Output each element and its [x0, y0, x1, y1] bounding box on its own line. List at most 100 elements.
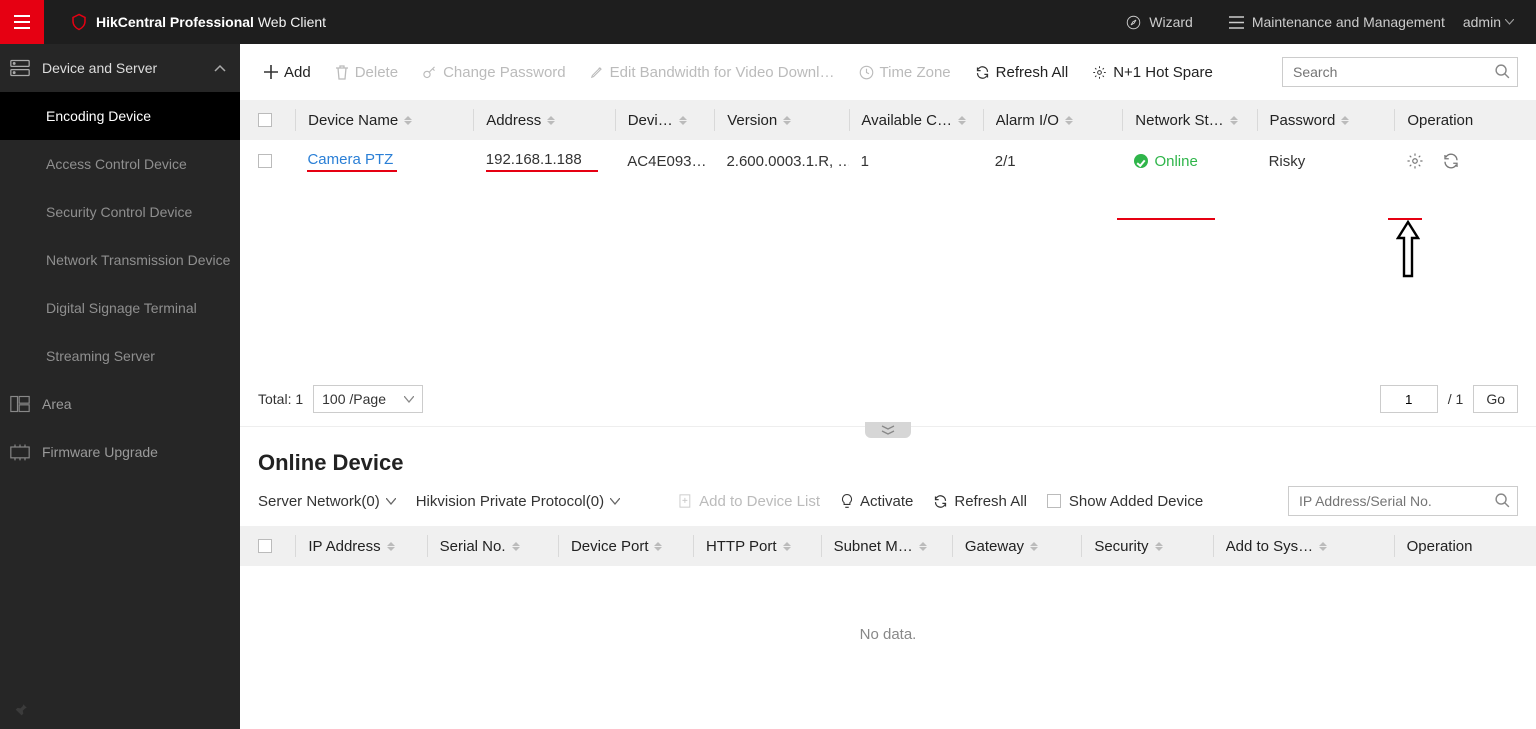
key-icon — [422, 65, 437, 80]
pencil-icon — [590, 65, 604, 79]
search-icon — [1494, 492, 1511, 509]
col-device-name[interactable]: Device Name — [308, 112, 473, 129]
brand: HikCentral Professional Web Client — [44, 13, 326, 31]
delete-button[interactable]: Delete — [325, 58, 408, 87]
add-device-icon — [678, 493, 693, 509]
hot-spare-button[interactable]: N+1 Hot Spare — [1082, 58, 1223, 87]
user-menu[interactable]: admin — [1463, 14, 1536, 30]
wizard-link[interactable]: Wizard — [1108, 14, 1211, 30]
sidebar-item-digital-signage[interactable]: Digital Signage Terminal — [0, 284, 240, 332]
protocol-dropdown[interactable]: Hikvision Private Protocol(0) — [416, 493, 620, 510]
col-password[interactable]: Password — [1270, 112, 1395, 129]
page-of: / 1 — [1448, 391, 1464, 407]
device-name-link[interactable]: Camera PTZ — [307, 151, 397, 172]
search-icon — [1494, 63, 1511, 80]
col-address[interactable]: Address — [486, 112, 615, 129]
sidebar-item-network-transmission[interactable]: Network Transmission Device — [0, 236, 240, 284]
refresh-row-icon[interactable] — [1442, 152, 1460, 170]
brand-icon — [70, 13, 88, 31]
time-zone-button[interactable]: Time Zone — [849, 58, 961, 87]
add-button[interactable]: Add — [254, 58, 321, 87]
table-header: Device Name Address Devi… Version Availa… — [240, 100, 1536, 140]
refresh-all-button[interactable]: Refresh All — [965, 58, 1079, 87]
select-all-checkbox[interactable] — [258, 113, 272, 127]
online-select-all[interactable] — [258, 539, 272, 553]
sidebar-group-area[interactable]: Area — [0, 380, 240, 428]
check-circle-icon — [1134, 154, 1148, 168]
device-table: Device Name Address Devi… Version Availa… — [240, 100, 1536, 182]
online-table-header: IP Address Serial No. Device Port HTTP P… — [240, 526, 1536, 566]
sidebar-item-encoding-device[interactable]: Encoding Device — [0, 92, 240, 140]
col-port[interactable]: Device Port — [571, 538, 693, 555]
pager-total: Total: 1 — [258, 391, 303, 407]
col-version[interactable]: Version — [727, 112, 848, 129]
brand-title: HikCentral Professional Web Client — [96, 14, 326, 30]
compass-icon — [1126, 15, 1141, 30]
col-serial[interactable]: Serial No. — [440, 538, 558, 555]
pager: Total: 1 100 /Page / 1 Go — [240, 372, 1536, 426]
change-password-button[interactable]: Change Password — [412, 58, 576, 87]
col-online-operation: Operation — [1407, 538, 1536, 555]
plus-icon — [264, 65, 278, 79]
server-network-dropdown[interactable]: Server Network(0) — [258, 493, 396, 510]
chevron-down-icon — [386, 498, 396, 505]
maintenance-link[interactable]: Maintenance and Management — [1211, 14, 1463, 30]
col-security[interactable]: Security — [1094, 538, 1212, 555]
chevron-down-icon — [404, 396, 414, 403]
online-device-title: Online Device — [240, 444, 1536, 480]
configure-icon[interactable] — [1406, 152, 1424, 170]
list-icon — [1229, 16, 1244, 29]
sidebar-pin[interactable] — [0, 692, 240, 729]
version-text: 2.600.0003.1.R, … — [726, 153, 848, 170]
refresh-icon — [975, 65, 990, 80]
col-ip[interactable]: IP Address — [308, 538, 426, 555]
online-search-input[interactable] — [1288, 486, 1518, 516]
page-size-select[interactable]: 100 /Page — [313, 385, 423, 413]
refresh-online-button[interactable]: Refresh All — [933, 493, 1027, 510]
device-search-input[interactable] — [1282, 57, 1518, 87]
server-icon — [10, 59, 30, 77]
pin-icon — [14, 702, 28, 716]
activate-button[interactable]: Activate — [840, 493, 913, 510]
sidebar: Device and Server Encoding Device Access… — [0, 44, 240, 729]
edit-bandwidth-button[interactable]: Edit Bandwidth for Video Downl… — [580, 58, 845, 87]
sidebar-item-streaming-server[interactable]: Streaming Server — [0, 332, 240, 380]
gear-icon — [1092, 65, 1107, 80]
firmware-icon — [10, 443, 30, 461]
sidebar-group-device-server[interactable]: Device and Server — [0, 44, 240, 92]
table-row: Camera PTZ 192.168.1.188 AC4E093… 2.600.… — [240, 140, 1536, 182]
row-checkbox[interactable] — [258, 154, 272, 168]
chevron-down-icon — [610, 498, 620, 505]
col-device[interactable]: Devi… — [628, 112, 715, 129]
col-available[interactable]: Available C… — [861, 112, 982, 129]
col-network[interactable]: Network St… — [1135, 112, 1256, 129]
available-text: 1 — [861, 153, 983, 170]
col-http[interactable]: HTTP Port — [706, 538, 821, 555]
col-gateway[interactable]: Gateway — [965, 538, 1082, 555]
page-input[interactable] — [1380, 385, 1438, 413]
no-data-text: No data. — [240, 566, 1536, 703]
top-bar: HikCentral Professional Web Client Wizar… — [0, 0, 1536, 44]
password-text: Risky — [1269, 153, 1395, 170]
menu-toggle[interactable] — [0, 0, 44, 44]
refresh-icon — [933, 494, 948, 509]
add-to-list-button[interactable]: Add to Device List — [678, 493, 820, 510]
col-alarm[interactable]: Alarm I/O — [996, 112, 1123, 129]
col-subnet[interactable]: Subnet M… — [834, 538, 952, 555]
go-button[interactable]: Go — [1473, 385, 1518, 413]
bulb-icon — [840, 493, 854, 510]
sidebar-group-firmware[interactable]: Firmware Upgrade — [0, 428, 240, 476]
address-text: 192.168.1.188 — [486, 151, 598, 172]
col-operation: Operation — [1407, 112, 1536, 129]
sidebar-item-access-control[interactable]: Access Control Device — [0, 140, 240, 188]
splitter-handle[interactable] — [865, 422, 911, 438]
alarm-text: 2/1 — [995, 153, 1123, 170]
sidebar-item-security-control[interactable]: Security Control Device — [0, 188, 240, 236]
hamburger-icon — [14, 15, 30, 29]
col-add-sys[interactable]: Add to Sys… — [1226, 538, 1394, 555]
panel-splitter — [240, 426, 1536, 444]
online-toolbar: Server Network(0) Hikvision Private Prot… — [240, 480, 1536, 526]
show-added-checkbox[interactable]: Show Added Device — [1047, 493, 1203, 510]
double-chevron-down-icon — [881, 425, 895, 435]
content: Add Delete Change Password Edit Bandwidt… — [240, 44, 1536, 729]
